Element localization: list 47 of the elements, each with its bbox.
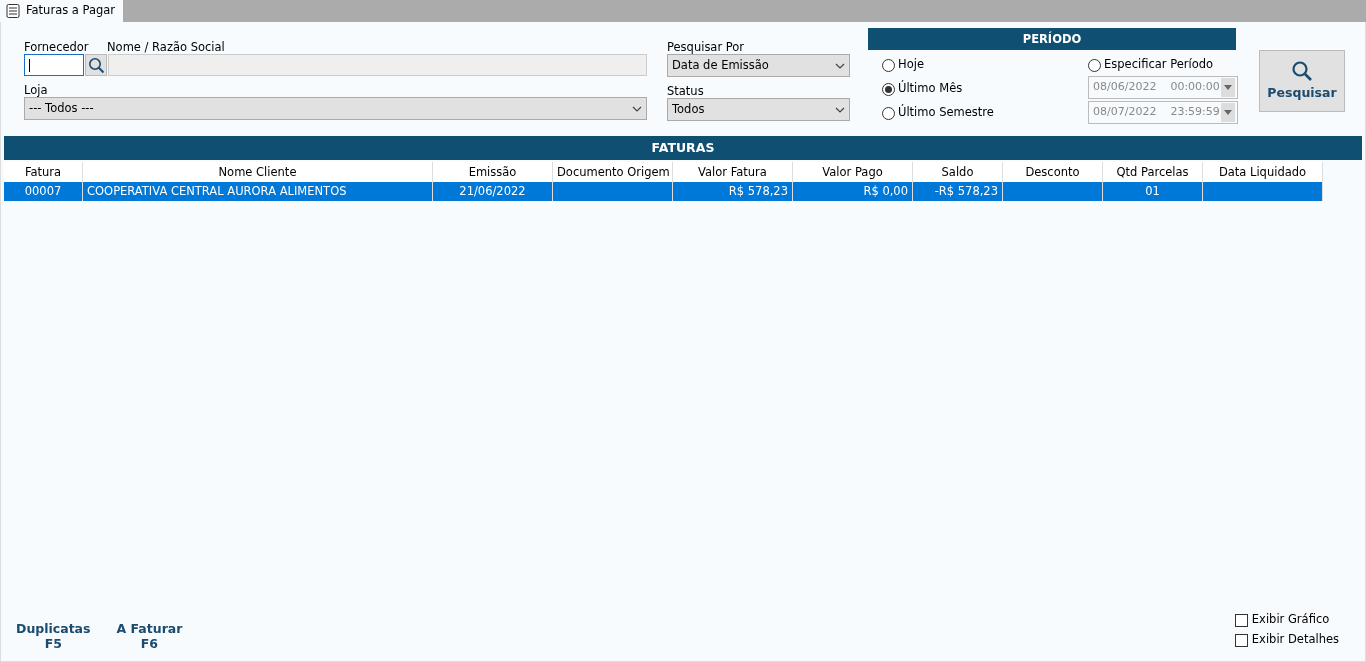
- search-icon: [1291, 59, 1313, 82]
- search-button[interactable]: Pesquisar: [1259, 50, 1345, 112]
- dropdown[interactable]: --- Todos ---: [24, 97, 647, 120]
- column-header: Documento Origem: [553, 162, 673, 182]
- dropdown[interactable]: Todos: [667, 98, 850, 121]
- field-label: Loja: [24, 83, 49, 97]
- field-label: Nome / Razão Social: [107, 40, 225, 54]
- radio-option[interactable]: Último Semestre: [882, 104, 994, 122]
- column-header: Saldo: [913, 162, 1003, 182]
- column-header: Nome Cliente: [83, 162, 433, 182]
- column-header: Fatura: [4, 162, 83, 182]
- section-header: FATURAS: [4, 136, 1362, 160]
- caret-icon: [632, 105, 642, 112]
- table-cell: 01: [1103, 182, 1203, 201]
- radio-option[interactable]: Especificar Período: [1088, 56, 1214, 74]
- dropdown-arrow-icon: [1224, 110, 1232, 115]
- field-label: Status: [667, 84, 705, 98]
- action-button[interactable]: A Faturar F6: [116, 611, 183, 661]
- caret-icon: [835, 106, 845, 113]
- action-button[interactable]: Duplicatas F5: [16, 611, 91, 661]
- table-cell: R$ 0,00: [793, 182, 913, 201]
- column-header: Emissão: [433, 162, 553, 182]
- tab[interactable]: Faturas a Pagar: [0, 0, 124, 22]
- column-header: Qtd Parcelas: [1103, 162, 1203, 182]
- column-header: Valor Fatura: [673, 162, 793, 182]
- column-header: Data Liquidado: [1203, 162, 1323, 182]
- table-cell: R$ 578,23: [673, 182, 793, 201]
- table-cell: COOPERATIVA CENTRAL AURORA ALIMENTOS: [83, 182, 433, 201]
- table-cell: 21/06/2022: [433, 182, 553, 201]
- input-field[interactable]: [24, 54, 84, 76]
- document-icon: [6, 4, 20, 18]
- search-button[interactable]: [85, 54, 107, 76]
- column-header: Valor Pago: [793, 162, 913, 182]
- table-cell: 00007: [4, 182, 83, 201]
- caret-icon: [835, 62, 845, 69]
- dropdown[interactable]: Data de Emissão: [667, 54, 850, 77]
- section-header: PERÍODO: [868, 28, 1236, 50]
- field-label: Fornecedor: [24, 40, 90, 54]
- radio-option[interactable]: Hoje: [882, 56, 924, 74]
- table-cell: -R$ 578,23: [913, 182, 1003, 201]
- search-icon: [87, 56, 105, 74]
- dropdown-arrow-icon: [1224, 85, 1232, 90]
- column-header: Desconto: [1003, 162, 1103, 182]
- checkbox-option[interactable]: Exibir Gráfico: [1234, 610, 1339, 630]
- field-label: Pesquisar Por: [667, 40, 746, 54]
- radio-option[interactable]: Último Mês: [882, 80, 963, 98]
- checkbox-option[interactable]: Exibir Detalhes: [1234, 630, 1339, 650]
